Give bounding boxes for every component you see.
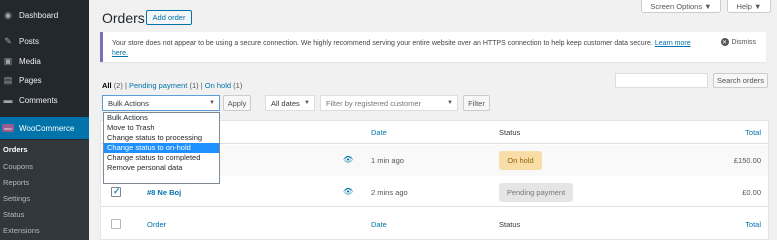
menu-label: Media bbox=[19, 56, 41, 66]
bulk-option-bulk-actions[interactable]: Bulk Actions bbox=[104, 113, 219, 123]
column-footer-date[interactable]: Date bbox=[371, 220, 387, 229]
column-header-status: Status bbox=[499, 128, 521, 137]
status-filter-links: All (2) | Pending payment (1) | On hold … bbox=[102, 81, 242, 90]
status-onhold-count: (1) bbox=[233, 81, 243, 90]
woocommerce-submenu: Orders Coupons Reports Settings Status E… bbox=[0, 140, 89, 240]
column-footer-total[interactable]: Total bbox=[745, 220, 761, 229]
order-search-input[interactable] bbox=[615, 73, 708, 88]
status-pending-count: (1) bbox=[189, 81, 199, 90]
https-notice: Your store does not appear to be using a… bbox=[100, 32, 766, 62]
filter-button[interactable]: Filter bbox=[463, 95, 490, 111]
order-date: 2 mins ago bbox=[371, 188, 408, 197]
dropdown-arrow-icon: ▼ bbox=[209, 100, 215, 106]
dismiss-label: Dismiss bbox=[731, 38, 757, 46]
select-all-checkbox[interactable] bbox=[111, 219, 121, 229]
status-pending-link[interactable]: Pending payment bbox=[129, 81, 187, 90]
submenu-orders[interactable]: Orders bbox=[3, 145, 28, 154]
menu-item-woocommerce[interactable]: woo WooCommerce bbox=[0, 117, 89, 139]
page-title: Orders bbox=[102, 10, 145, 26]
apply-button[interactable]: Apply bbox=[223, 95, 251, 111]
menu-label: WooCommerce bbox=[19, 123, 75, 133]
status-badge: Pending payment bbox=[499, 183, 573, 202]
dropdown-arrow-icon: ▼ bbox=[304, 100, 310, 106]
preview-eye-icon[interactable]: 👁 bbox=[343, 187, 353, 196]
dismiss-button[interactable]: ✕ Dismiss bbox=[720, 38, 757, 46]
notice-text: Your store does not appear to be using a… bbox=[112, 39, 702, 59]
status-all-count: (2) bbox=[113, 81, 123, 90]
media-icon: ▣ bbox=[3, 55, 13, 66]
column-footer-status: Status bbox=[499, 220, 521, 229]
customer-placeholder: Filter by registered customer bbox=[326, 98, 422, 108]
order-date: 1 min ago bbox=[371, 156, 404, 165]
bulk-actions-select[interactable]: Bulk Actions ▼ bbox=[102, 95, 220, 111]
order-total: £0.00 bbox=[742, 188, 761, 197]
bulk-option-remove-personal-data[interactable]: Remove personal data bbox=[104, 163, 219, 173]
dashboard-icon: ◉ bbox=[4, 9, 12, 20]
admin-sidebar: ◉ Dashboard ✎ Posts ▣ Media ▤ Pages ▬ Co… bbox=[0, 0, 89, 240]
comment-icon: ▬ bbox=[3, 95, 13, 105]
submenu-reports[interactable]: Reports bbox=[3, 178, 29, 187]
page-icon: ▤ bbox=[3, 74, 13, 85]
menu-label: Dashboard bbox=[19, 10, 59, 20]
woocommerce-logo-icon: woo bbox=[2, 124, 14, 132]
customer-filter-select[interactable]: Filter by registered customer ▼ bbox=[320, 95, 458, 111]
bulk-actions-value: Bulk Actions bbox=[108, 98, 149, 108]
order-link[interactable]: #8 Ne Boj bbox=[147, 188, 181, 197]
pin-icon: ✎ bbox=[4, 35, 12, 46]
dropdown-arrow-icon: ▼ bbox=[447, 100, 453, 106]
bulk-option-trash[interactable]: Move to Trash bbox=[104, 123, 219, 133]
submenu-extensions[interactable]: Extensions bbox=[3, 226, 40, 235]
notice-message: Your store does not appear to be using a… bbox=[112, 40, 653, 47]
bulk-option-on-hold[interactable]: Change status to on-hold bbox=[104, 143, 219, 153]
menu-item-posts[interactable]: ✎ Posts bbox=[0, 31, 89, 51]
menu-label: Posts bbox=[19, 36, 40, 46]
preview-eye-icon[interactable]: 👁 bbox=[343, 155, 353, 164]
bulk-option-completed[interactable]: Change status to completed bbox=[104, 153, 219, 163]
dates-value: All dates bbox=[271, 98, 300, 108]
search-orders-button[interactable]: Search orders bbox=[713, 73, 768, 88]
status-onhold-link[interactable]: On hold bbox=[205, 81, 231, 90]
submenu-status[interactable]: Status bbox=[3, 210, 24, 219]
menu-label: Comments bbox=[19, 95, 58, 105]
add-order-button[interactable]: Add order bbox=[146, 10, 192, 25]
table-footer-row: Order Date Status Total bbox=[101, 208, 768, 240]
column-header-total[interactable]: Total bbox=[745, 128, 761, 137]
order-total: £150.00 bbox=[733, 156, 761, 165]
help-button[interactable]: Help ▼ bbox=[727, 0, 771, 13]
submenu-coupons[interactable]: Coupons bbox=[3, 162, 33, 171]
status-all-link[interactable]: All bbox=[102, 81, 112, 90]
column-footer-order[interactable]: Order bbox=[147, 220, 166, 229]
menu-label: Pages bbox=[19, 75, 42, 85]
bulk-actions-dropdown: Bulk Actions Move to Trash Change status… bbox=[103, 112, 220, 184]
column-header-date[interactable]: Date bbox=[371, 128, 387, 137]
bulk-option-processing[interactable]: Change status to processing bbox=[104, 133, 219, 143]
row-checkbox[interactable] bbox=[111, 186, 121, 197]
screen-options-button[interactable]: Screen Options ▼ bbox=[641, 0, 721, 13]
status-badge: On hold bbox=[499, 151, 542, 170]
menu-item-pages[interactable]: ▤ Pages bbox=[0, 70, 89, 90]
menu-item-dashboard[interactable]: ◉ Dashboard bbox=[0, 5, 89, 25]
dates-select[interactable]: All dates ▼ bbox=[265, 95, 315, 111]
close-icon: ✕ bbox=[720, 38, 729, 46]
menu-item-comments[interactable]: ▬ Comments bbox=[0, 90, 89, 110]
submenu-settings[interactable]: Settings bbox=[3, 194, 30, 203]
menu-item-media[interactable]: ▣ Media bbox=[0, 51, 89, 71]
